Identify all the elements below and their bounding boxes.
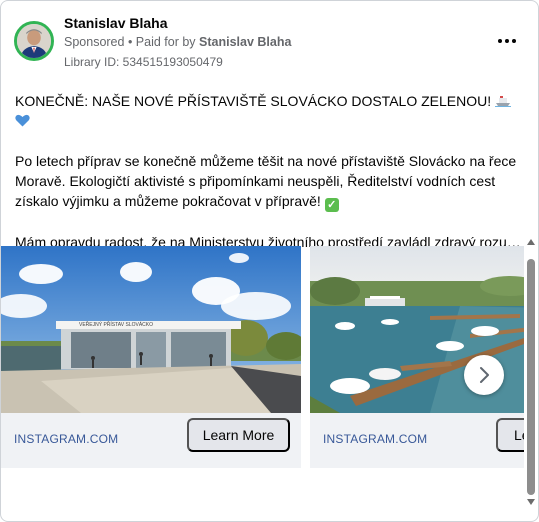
- author-name[interactable]: Stanislav Blaha: [64, 15, 168, 31]
- sponsored-meta: Sponsored • Paid for by Stanislav Blaha: [64, 35, 291, 49]
- scrollbar-thumb[interactable]: [527, 259, 535, 495]
- card-domain[interactable]: INSTAGRAM.COM: [14, 432, 118, 446]
- post-paragraph: Po letech příprav se konečně můžeme těši…: [15, 153, 517, 212]
- payer-name: Stanislav Blaha: [199, 35, 292, 49]
- chevron-right-icon: [480, 367, 489, 383]
- scrollbar[interactable]: [524, 237, 538, 511]
- learn-more-button[interactable]: Le: [496, 418, 524, 452]
- more-options-button[interactable]: [493, 29, 521, 53]
- library-id: Library ID: 534515193050479: [64, 55, 223, 69]
- carousel-card[interactable]: VEŘEJNÝ PŘÍSTAV SLOVÁCKO INSTAGRAM.COM L…: [1, 246, 301, 468]
- more-horizontal-icon: [498, 39, 502, 43]
- ad-carousel: VEŘEJNÝ PŘÍSTAV SLOVÁCKO INSTAGRAM.COM L…: [1, 246, 524, 468]
- learn-more-button[interactable]: Learn More: [187, 418, 290, 452]
- card-domain[interactable]: INSTAGRAM.COM: [323, 432, 427, 446]
- blue-heart-icon: [15, 114, 30, 127]
- post-headline: KONEČNĚ: NAŠE NOVÉ PŘÍSTAVIŠTĚ SLOVÁCKO …: [15, 91, 525, 131]
- paid-for-label: • Paid for by: [127, 35, 196, 49]
- card-image-harbor-building[interactable]: VEŘEJNÝ PŘÍSTAV SLOVÁCKO: [1, 246, 301, 413]
- avatar[interactable]: [14, 21, 54, 61]
- post-text: KONEČNĚ: NAŠE NOVÉ PŘÍSTAVIŠTĚ SLOVÁCKO …: [15, 91, 527, 252]
- check-mark-icon: ✓: [324, 198, 339, 212]
- carousel-next-button[interactable]: [464, 355, 504, 395]
- scroll-up-arrow-icon[interactable]: [527, 239, 535, 245]
- ship-icon: [495, 96, 511, 107]
- building-sign: VEŘEJNÝ PŘÍSTAV SLOVÁCKO: [79, 320, 153, 328]
- ad-post-card: Stanislav Blaha Sponsored • Paid for by …: [0, 0, 539, 522]
- sponsored-label: Sponsored: [64, 35, 125, 49]
- scroll-down-arrow-icon[interactable]: [527, 499, 535, 505]
